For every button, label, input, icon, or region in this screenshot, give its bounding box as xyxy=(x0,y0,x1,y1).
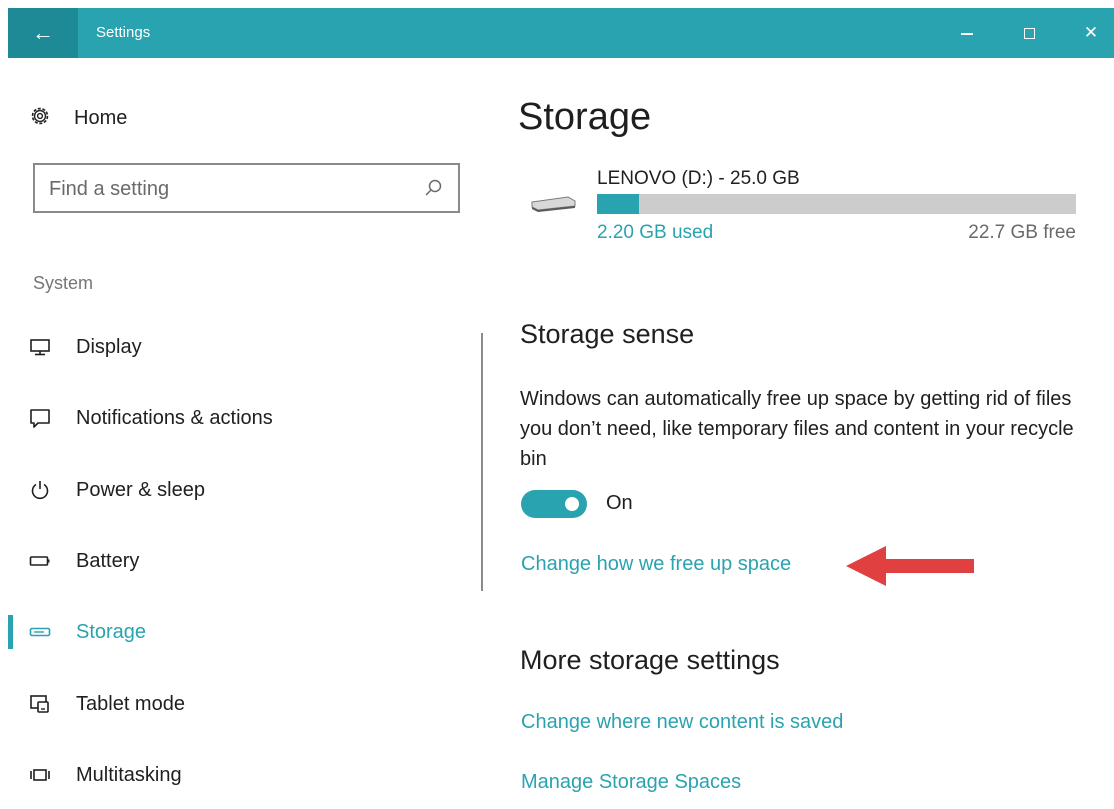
sidebar-section-system: System xyxy=(33,273,94,293)
sidebar-item-battery[interactable]: Battery xyxy=(28,541,448,581)
drive-icon xyxy=(528,190,578,214)
sidebar-item-multitasking[interactable]: Multitasking xyxy=(28,755,448,795)
sidebar-item-label: Power & sleep xyxy=(76,478,205,501)
storage-usage-fill xyxy=(597,194,640,214)
close-icon: ✕ xyxy=(1083,23,1099,42)
battery-icon xyxy=(28,549,52,573)
sidebar-item-label: Battery xyxy=(76,549,140,572)
left-margin xyxy=(0,58,8,809)
drive-name: LENOVO (D:) - 25.0 GB xyxy=(597,168,800,189)
back-button[interactable]: ← xyxy=(8,8,78,58)
power-icon xyxy=(28,478,52,502)
sidebar-item-storage[interactable]: Storage xyxy=(28,612,448,652)
minimize-icon xyxy=(961,33,973,35)
storage-usage-bar xyxy=(597,194,1076,214)
storage-sense-description: Windows can automatically free up space … xyxy=(520,388,1074,470)
close-button[interactable]: ✕ xyxy=(1068,8,1114,58)
toggle-knob xyxy=(565,497,579,511)
back-arrow-icon: ← xyxy=(32,20,54,45)
storage-sense-heading: Storage sense xyxy=(520,319,695,349)
minimize-button[interactable] xyxy=(944,8,990,58)
manage-storage-spaces-link[interactable]: Manage Storage Spaces xyxy=(521,771,741,794)
sidebar-item-label: Notifications & actions xyxy=(76,406,273,429)
gear-icon xyxy=(28,104,52,133)
sidebar-item-display[interactable]: Display xyxy=(28,327,448,367)
maximize-button[interactable] xyxy=(1006,8,1052,58)
page-title: Storage xyxy=(518,96,652,138)
top-margin xyxy=(0,0,1114,8)
sidebar-item-label: Multitasking xyxy=(76,763,182,786)
sidebar-home-label: Home xyxy=(74,106,128,129)
more-storage-settings-heading: More storage settings xyxy=(520,645,780,675)
toggle-state-label: On xyxy=(606,492,633,514)
search-input[interactable] xyxy=(47,174,411,204)
search-box[interactable] xyxy=(33,163,460,213)
notification-icon xyxy=(28,406,52,430)
sidebar-item-label: Tablet mode xyxy=(76,692,185,715)
sidebar-item-label: Storage xyxy=(76,620,147,643)
maximize-icon xyxy=(1023,27,1035,39)
tablet-mode-icon xyxy=(28,692,52,716)
monitor-icon xyxy=(28,335,52,359)
window-title: Settings xyxy=(96,24,151,41)
sidebar-item-notifications[interactable]: Notifications & actions xyxy=(28,398,448,438)
change-free-up-space-link[interactable]: Change how we free up space xyxy=(521,553,791,576)
storage-sense-toggle[interactable] xyxy=(521,490,587,518)
search-icon[interactable] xyxy=(422,177,444,199)
sidebar-home[interactable]: Home xyxy=(28,100,127,136)
multitasking-icon xyxy=(28,763,52,787)
sidebar-item-tablet-mode[interactable]: Tablet mode xyxy=(28,684,448,724)
sidebar-item-label: Display xyxy=(76,335,142,358)
active-indicator xyxy=(8,615,13,649)
title-bar: ← Settings ✕ xyxy=(8,8,1114,58)
change-content-location-link[interactable]: Change where new content is saved xyxy=(521,711,843,734)
storage-icon xyxy=(28,620,52,644)
red-arrow-icon xyxy=(846,546,974,586)
storage-free-text: 22.7 GB free xyxy=(968,222,1076,243)
sidebar-item-power-sleep[interactable]: Power & sleep xyxy=(28,470,448,510)
storage-used-text: 2.20 GB used xyxy=(597,222,714,243)
pane-divider xyxy=(481,333,483,591)
